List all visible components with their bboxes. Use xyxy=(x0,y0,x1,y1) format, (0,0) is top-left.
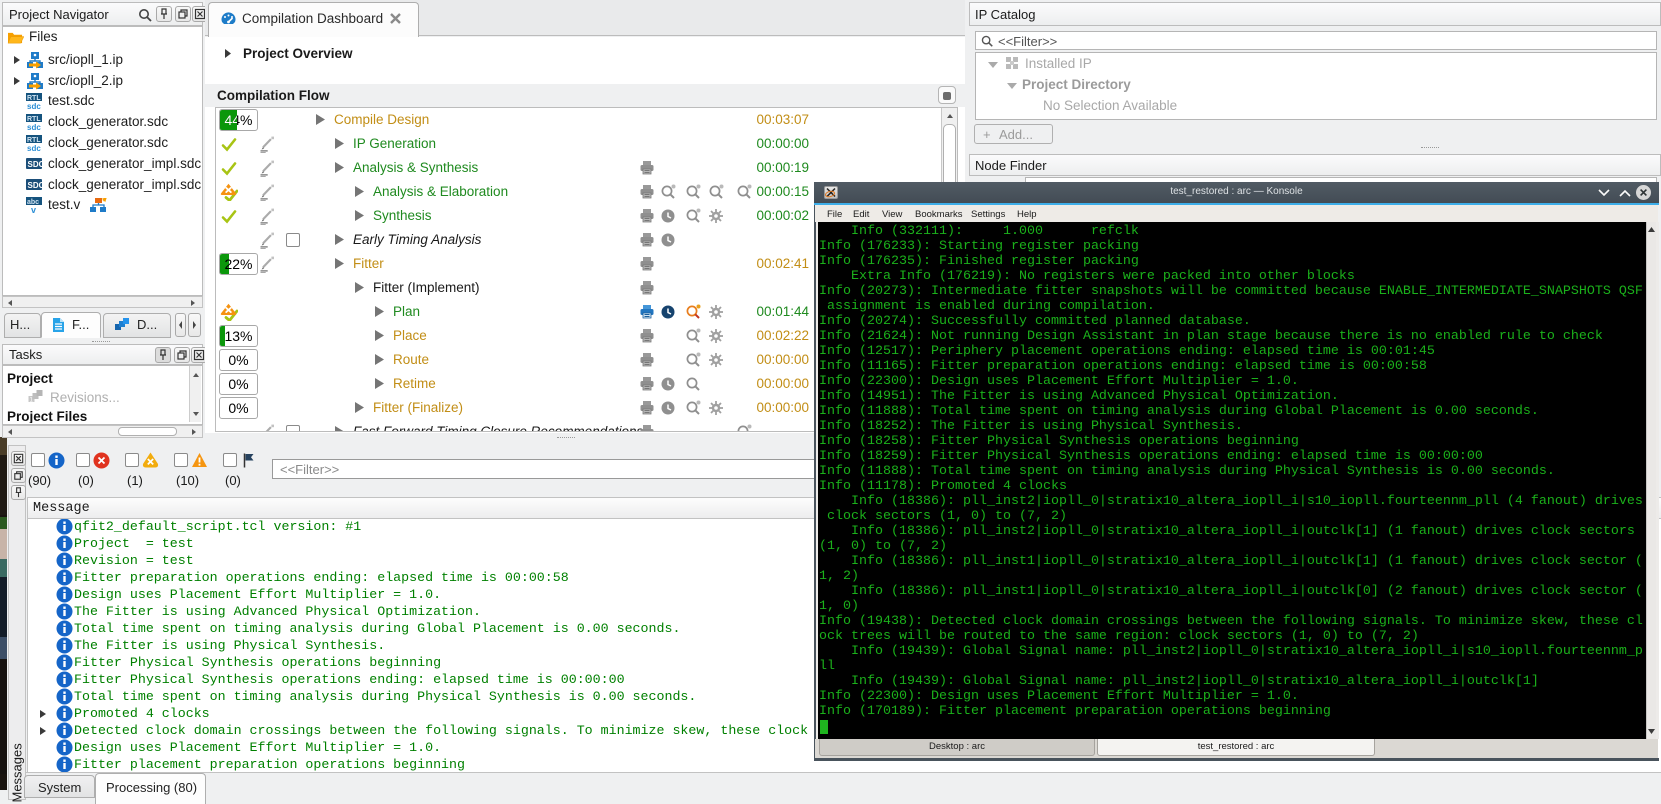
svg-text:SDC: SDC xyxy=(28,181,44,190)
svg-text:sdc: sdc xyxy=(27,123,41,131)
svg-text:SDC: SDC xyxy=(28,160,44,169)
svg-text:RTL: RTL xyxy=(27,95,41,102)
svg-text:v: v xyxy=(31,205,36,214)
svg-text:sdc: sdc xyxy=(27,144,41,152)
svg-text:RTL: RTL xyxy=(27,116,41,123)
svg-text:sdc: sdc xyxy=(27,102,41,110)
svg-text:RTL: RTL xyxy=(27,137,41,144)
